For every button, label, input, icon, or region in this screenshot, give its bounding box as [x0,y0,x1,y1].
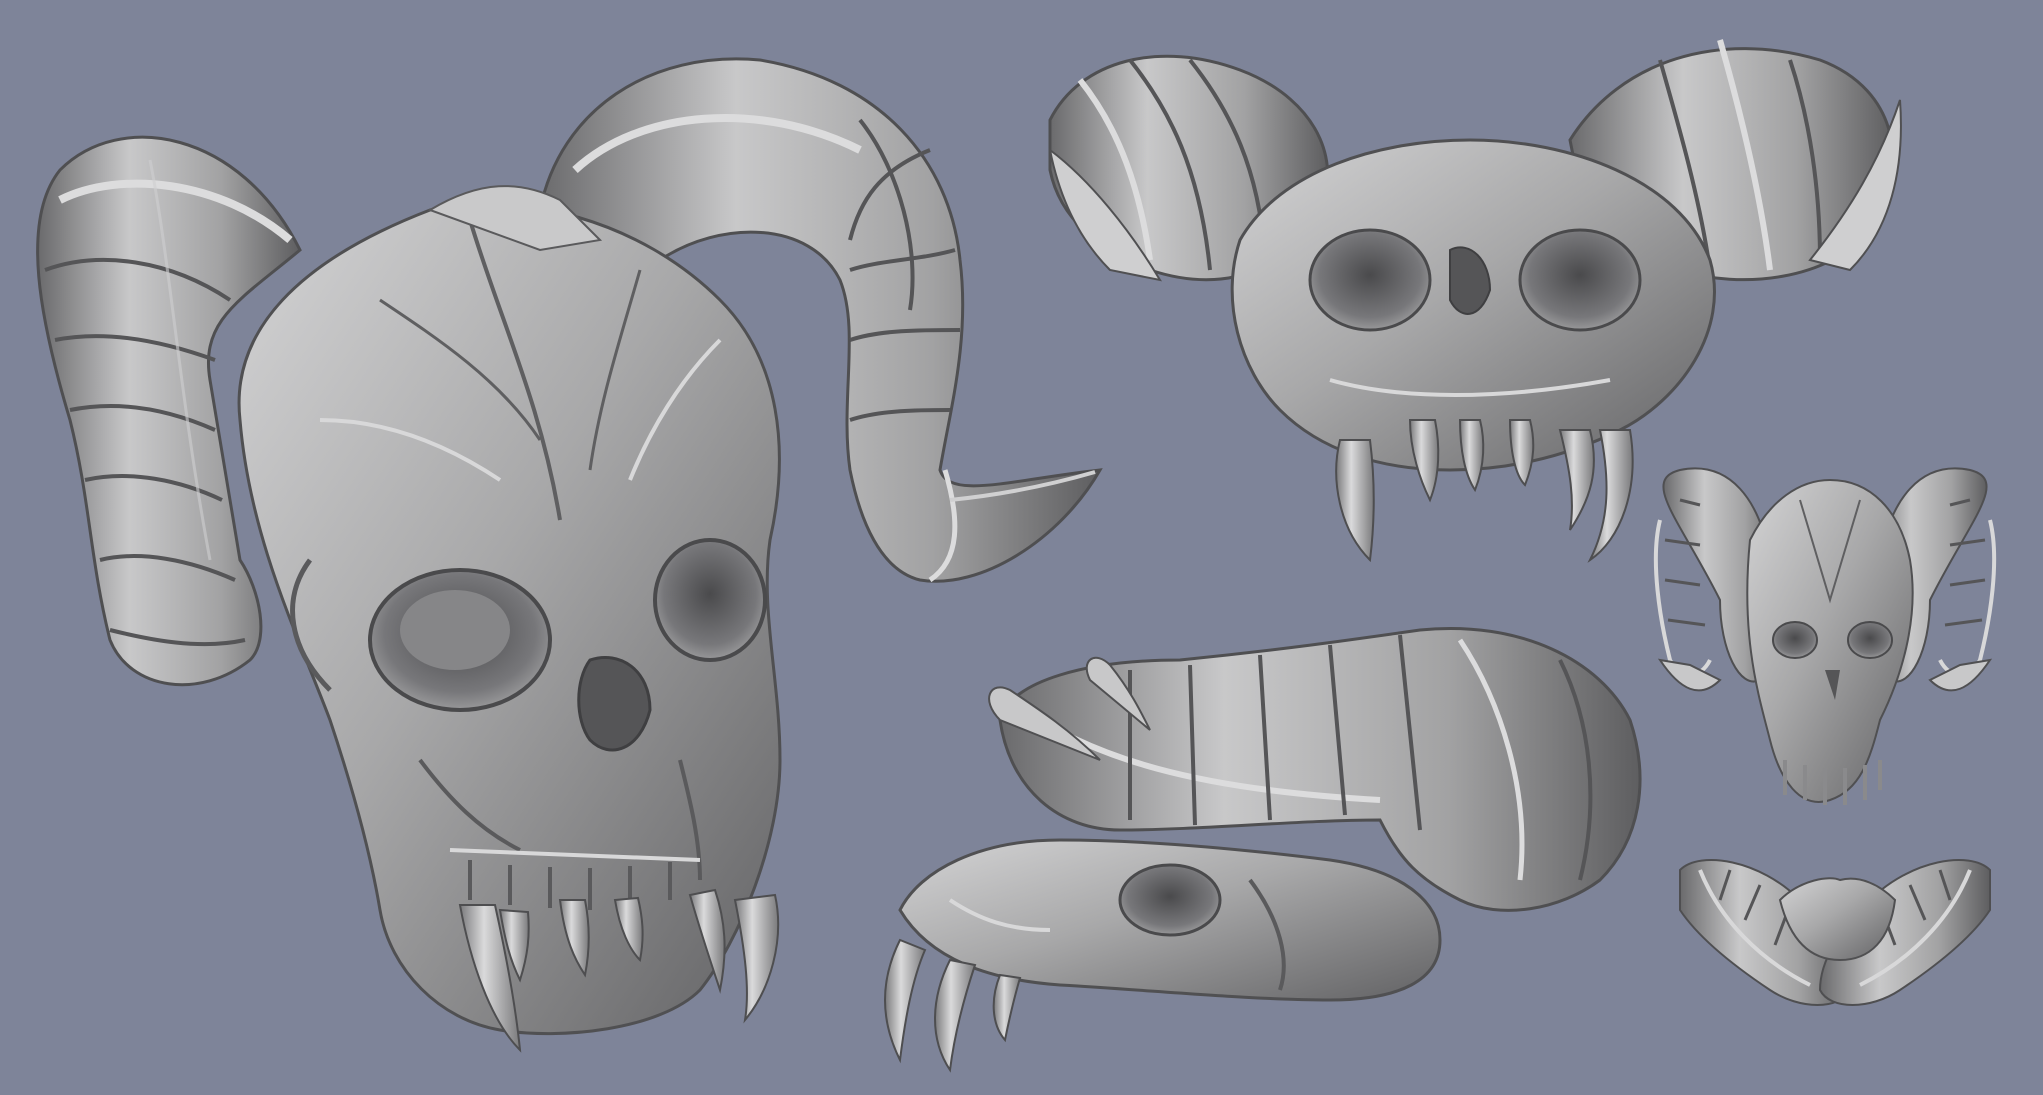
sculpt-viewport [0,0,2043,1095]
right-eye-socket [653,538,767,662]
